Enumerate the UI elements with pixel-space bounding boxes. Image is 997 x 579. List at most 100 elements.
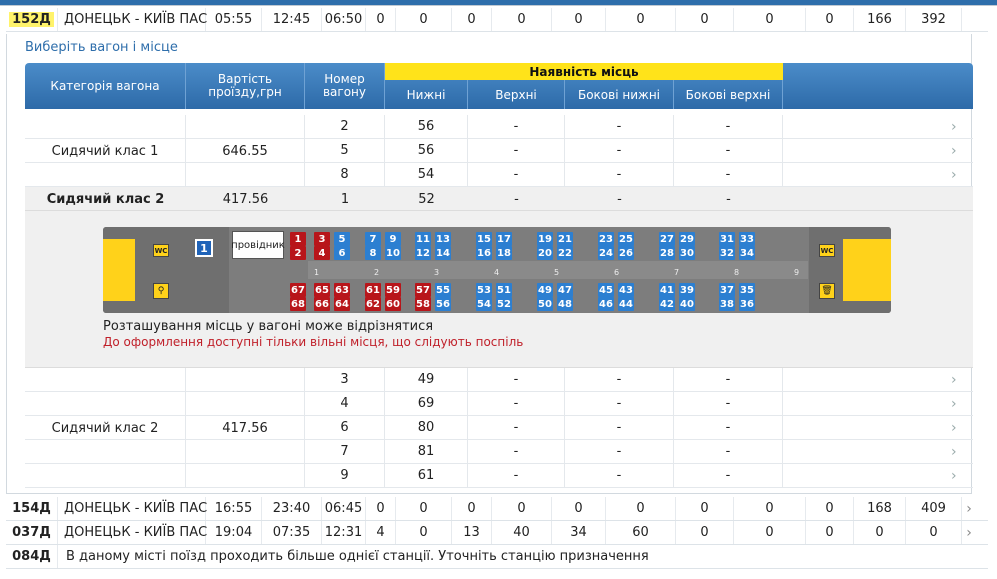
seat-33[interactable]: 33 (739, 232, 755, 246)
lower-seats: 69 (385, 392, 468, 415)
seat-7[interactable]: 7 (365, 232, 381, 246)
compartment-number: 6 (614, 268, 620, 277)
seat-11[interactable]: 11 (415, 232, 431, 246)
table-header: Категорія вагона Вартість проїзду,грн Но… (25, 63, 973, 109)
seat-48[interactable]: 48 (557, 297, 573, 311)
wagon-row[interactable]: 8 54- - - › (25, 163, 973, 187)
seat-44[interactable]: 44 (618, 297, 634, 311)
seat-17[interactable]: 17 (496, 232, 512, 246)
seat-31[interactable]: 31 (719, 232, 735, 246)
row-chevron-icon[interactable]: › (951, 440, 957, 463)
seat-5[interactable]: 5 (334, 232, 350, 246)
upper-seats: - (468, 392, 565, 415)
seat-51[interactable]: 51 (496, 283, 512, 297)
seat-16[interactable]: 16 (476, 246, 492, 260)
seat-64: 64 (334, 297, 350, 311)
header-availability: Наявність місць (385, 63, 783, 80)
seat-41[interactable]: 41 (659, 283, 675, 297)
wagon-number: 4 (305, 392, 385, 415)
seat-49[interactable]: 49 (537, 283, 553, 297)
wagon-row[interactable]: 3 49- - - › (25, 368, 973, 392)
wagon-row[interactable]: 9 61- - - › (25, 464, 973, 488)
seat-23[interactable]: 23 (598, 232, 614, 246)
seat-22[interactable]: 22 (557, 246, 573, 260)
wagon-row[interactable]: 5 56- - - › (25, 139, 973, 163)
train-row-084[interactable]: 084Д В даному місті поїзд проходить більш… (6, 545, 988, 569)
seat-36[interactable]: 36 (739, 297, 755, 311)
seat-52[interactable]: 52 (496, 297, 512, 311)
seat-37[interactable]: 37 (719, 283, 735, 297)
compartment-number: 5 (554, 268, 560, 277)
seat-24[interactable]: 24 (598, 246, 614, 260)
seat-21[interactable]: 21 (557, 232, 573, 246)
seat-13[interactable]: 13 (435, 232, 451, 246)
seat-25[interactable]: 25 (618, 232, 634, 246)
row-chevron-icon[interactable]: › (951, 464, 957, 487)
seat-38[interactable]: 38 (719, 297, 735, 311)
seat-8[interactable]: 8 (365, 246, 381, 260)
seat-46[interactable]: 46 (598, 297, 614, 311)
departure-time: 19:04 (206, 521, 262, 544)
side-upper-seats: - (674, 392, 783, 415)
seat-10[interactable]: 10 (385, 246, 401, 260)
train-row-154[interactable]: 154Д ДОНЕЦЬК - КИЇВ ПАС 16:55 23:40 06:45 0 0 0… (6, 497, 988, 521)
seat-19[interactable]: 19 (537, 232, 553, 246)
seat-3: 3 (314, 232, 330, 246)
wagon-row[interactable]: 4 69- - - › (25, 392, 973, 416)
expand-chevron-icon[interactable]: › (962, 497, 976, 520)
row-chevron-icon[interactable]: › (951, 392, 957, 415)
seat-40[interactable]: 40 (679, 297, 695, 311)
seat-18[interactable]: 18 (496, 246, 512, 260)
seat-54[interactable]: 54 (476, 297, 492, 311)
seat-35[interactable]: 35 (739, 283, 755, 297)
wagon-number: 5 (305, 139, 385, 162)
expand-chevron-icon[interactable]: › (962, 521, 976, 544)
seat-32[interactable]: 32 (719, 246, 735, 260)
row-chevron-icon[interactable]: › (951, 416, 957, 439)
seat-50[interactable]: 50 (537, 297, 553, 311)
seat-count: 60 (606, 521, 676, 544)
seat-28[interactable]: 28 (659, 246, 675, 260)
travel-duration: 06:50 (322, 8, 366, 31)
train-row-152[interactable]: 152Д ДОНЕЦЬК - КИЇВ ПАС 05:55 12:45 06:50 0 0 0… (6, 8, 988, 32)
train-number: 152Д (6, 8, 58, 31)
seat-56[interactable]: 56 (435, 297, 451, 311)
lower-seats: 56 (385, 115, 468, 138)
seat-9[interactable]: 9 (385, 232, 401, 246)
seat-14[interactable]: 14 (435, 246, 451, 260)
seat-39[interactable]: 39 (679, 283, 695, 297)
seat-45[interactable]: 45 (598, 283, 614, 297)
upper-seats: - (468, 464, 565, 487)
seat-53[interactable]: 53 (476, 283, 492, 297)
seat-12[interactable]: 12 (415, 246, 431, 260)
seat-55[interactable]: 55 (435, 283, 451, 297)
seat-6[interactable]: 6 (334, 246, 350, 260)
wagon-row[interactable]: 7 81- - - › (25, 440, 973, 464)
row-chevron-icon[interactable]: › (951, 115, 957, 138)
seat-34[interactable]: 34 (739, 246, 755, 260)
seat-count: 168 (854, 497, 906, 520)
selected-wagon-row[interactable]: Сидячий клас 2 417.56 1 52 - - - (25, 187, 973, 211)
choose-wagon-link[interactable]: Виберіть вагон і місце (25, 40, 178, 55)
wagon-row[interactable]: 6 80- - - › (25, 416, 973, 440)
seat-47[interactable]: 47 (557, 283, 573, 297)
seat-42[interactable]: 42 (659, 297, 675, 311)
seat-27[interactable]: 27 (659, 232, 675, 246)
layout-note: Розташування місць у вагоні може відрізн… (103, 319, 434, 334)
train-row-037[interactable]: 037Д ДОНЕЦЬК - КИЇВ ПАС 19:04 07:35 12:31 4 0 1… (6, 521, 988, 545)
seat-29[interactable]: 29 (679, 232, 695, 246)
lower-seats: 61 (385, 464, 468, 487)
lower-seats: 80 (385, 416, 468, 439)
row-chevron-icon[interactable]: › (951, 163, 957, 186)
seat-43[interactable]: 43 (618, 283, 634, 297)
train-number: 037Д (6, 521, 58, 544)
seat-count: 0 (552, 497, 606, 520)
row-chevron-icon[interactable]: › (951, 139, 957, 162)
seat-15[interactable]: 15 (476, 232, 492, 246)
seat-20[interactable]: 20 (537, 246, 553, 260)
seat-26[interactable]: 26 (618, 246, 634, 260)
wagon-row[interactable]: 2 56- - - › (25, 115, 973, 139)
row-chevron-icon[interactable]: › (951, 368, 957, 391)
seat-30[interactable]: 30 (679, 246, 695, 260)
upper-seats: - (468, 115, 565, 138)
